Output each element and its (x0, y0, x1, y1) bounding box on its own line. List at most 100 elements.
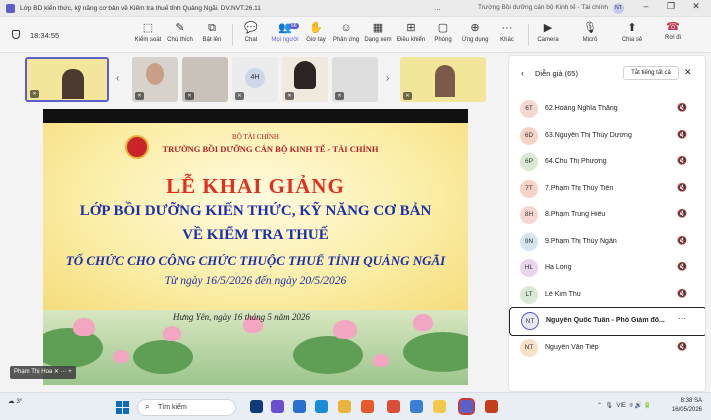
close-window-button[interactable]: ✕ (686, 1, 706, 12)
participant-name: Hạ Long (545, 264, 572, 271)
participant-name: 64.Chu Thị Phượng (545, 158, 607, 165)
lotus-flower (333, 320, 357, 339)
participant-video (435, 65, 455, 97)
start-button[interactable] (116, 401, 129, 414)
avatar: 8H (520, 206, 538, 224)
lotus-flower (373, 354, 389, 367)
mic-off-icon: ✕ (185, 92, 194, 100)
more-button[interactable]: ··· Khác (489, 21, 525, 43)
mic-off-icon: 🔇 (677, 341, 687, 351)
participant-name: Nguyễn Văn Tiếp (545, 343, 599, 351)
edge-browser-icon[interactable] (315, 400, 328, 413)
video-tile[interactable]: ✕ (182, 57, 228, 102)
lotus-flower (163, 326, 181, 341)
camera-button[interactable]: ▶ Camera (530, 21, 566, 43)
leave-button[interactable]: ☎ Rời đi (655, 20, 691, 50)
phone-hangup-icon: ☎ (666, 21, 680, 33)
participant-name: 63.Nguyễn Thị Thùy Dương (545, 131, 632, 139)
participant-row[interactable]: 6T 62.Hoàng Nghĩa Thắng 🔇 (509, 96, 705, 123)
chevron-left-icon[interactable]: ‹ (116, 73, 119, 84)
window-title: Lớp BD kiến thức, kỹ năng cơ bản về Kiểm… (20, 4, 261, 12)
rooms-icon: ▢ (437, 22, 449, 34)
participant-name: 62.Hoàng Nghĩa Thắng (545, 105, 618, 112)
lotus-leaf (133, 340, 193, 374)
participant-row[interactable]: LT Lê Kim Thu 🔇 (509, 282, 705, 309)
avatar: 9N (520, 232, 538, 251)
slide-headline: LỄ KHAI GIẢNG (166, 174, 345, 198)
chat-button[interactable]: 💬 Chat (233, 21, 269, 43)
apps-button[interactable]: ⊕ Ứng dụng (457, 21, 493, 43)
slide-place-date: Hưng Yên, ngày 16 tháng 5 năm 2026 (173, 312, 310, 322)
smiley-icon: ☺ (340, 22, 352, 34)
view-button[interactable]: ▦ Dạng xem (360, 21, 396, 43)
mic-off-icon: 🔇 (677, 156, 687, 165)
back-chevron-icon[interactable]: ‹ (521, 68, 524, 78)
participant-initials: 4H (245, 68, 265, 88)
slide-audience: TỔ CHỨC CHO CÔNG CHỨC THUỘC THUẾ TỈNH QU… (65, 253, 446, 268)
video-tile[interactable]: ✕ (332, 57, 378, 102)
minimize-button[interactable]: – (636, 1, 656, 11)
share-icon: ⬆ (627, 22, 637, 34)
participant-row[interactable]: 8H 8.Phạm Trung Hiếu 🔇 (509, 202, 705, 229)
controls-button[interactable]: ⊞ Điều khiển (393, 21, 429, 43)
rooms-button[interactable]: ▢ Phòng (425, 21, 461, 43)
mic-off-icon: ✕ (135, 92, 144, 100)
apps-icon: ⊕ (470, 22, 480, 34)
presentation-slide: BỘ TÀI CHÍNH TRƯỜNG BỒI DƯỠNG CÁN BỘ KIN… (43, 109, 468, 385)
weather-widget[interactable]: ☁ 3° (8, 397, 23, 405)
maximize-button[interactable]: ❐ (661, 1, 681, 12)
participant-row[interactable]: NT Nguyễn Văn Tiếp 🔇 (509, 335, 705, 362)
participant-row[interactable]: HL Hạ Long 🔇 (509, 255, 705, 282)
video-tile[interactable]: ✕ (132, 57, 178, 102)
video-tile[interactable]: ✕ (25, 57, 109, 102)
video-tile[interactable]: 4H ✕ (232, 57, 278, 102)
chrome-icon[interactable] (387, 400, 400, 413)
share-button[interactable]: ⬆ Chia sẻ (614, 21, 650, 43)
panel-title: Diễn giả (65) (535, 69, 578, 78)
control-icon: ⬚ (142, 22, 154, 34)
mic-off-icon: 🔇 (677, 209, 687, 218)
participant-row[interactable]: 7T 7.Phạm Thị Thủy Tiên 🔇 (509, 176, 705, 203)
search-box[interactable]: ⌕ Tìm kiếm (137, 399, 236, 416)
task-view-icon[interactable] (271, 400, 284, 413)
more-options-icon[interactable]: ··· (678, 314, 686, 323)
app-icon[interactable] (410, 400, 423, 413)
avatar: LT (520, 285, 538, 304)
powerpoint-icon[interactable] (485, 400, 498, 413)
chevron-right-icon[interactable]: › (386, 73, 389, 84)
avatar: 6D (520, 126, 538, 145)
pop-out-button[interactable]: ⧉ Bật lên (194, 21, 230, 43)
participant-row-selected[interactable]: NT Nguyễn Quốc Tuấn - Phó Giám đố... ··· (509, 307, 705, 336)
react-button[interactable]: ☺ Phản ứng (328, 21, 364, 43)
clock[interactable]: 8:38 SA 16/05/2026 (660, 397, 702, 415)
lotus-flower (113, 350, 129, 363)
shared-screen[interactable]: BỘ TÀI CHÍNH TRƯỜNG BỒI DƯỠNG CÁN BỘ KIN… (0, 107, 506, 390)
participant-video (62, 69, 84, 99)
chat-icon: 💬 (244, 22, 258, 34)
shield-icon (12, 30, 20, 39)
lotus-leaf (293, 336, 363, 374)
widgets-app-icon[interactable] (250, 400, 263, 413)
app-icon[interactable] (338, 400, 351, 413)
participant-row[interactable]: 6P 64.Chu Thị Phượng 🔇 (509, 149, 705, 176)
participant-row[interactable]: 6D 63.Nguyễn Thị Thùy Dương 🔇 (509, 123, 705, 150)
mic-off-icon: ✕ (30, 90, 39, 98)
close-icon[interactable]: ✕ (684, 67, 692, 78)
video-tile[interactable]: ✕ (400, 57, 486, 102)
slide-course-line1: LỚP BỒI DƯỠNG KIẾN THỨC, KỸ NĂNG CƠ BẢN (79, 203, 432, 219)
file-explorer-icon[interactable] (433, 400, 446, 413)
video-tile[interactable]: ✕ (282, 57, 328, 102)
mic-button[interactable]: 🎙 Micrô (572, 21, 608, 43)
annotation-button[interactable]: ✎ Chú thích (162, 21, 198, 43)
app-icon[interactable] (293, 400, 306, 413)
more-options-button[interactable]: ... (434, 3, 441, 12)
participant-row[interactable]: 9N 9.Phạm Thị Thúy Ngân 🔇 (509, 229, 705, 256)
firefox-icon[interactable] (361, 400, 374, 413)
slide-ministry: BỘ TÀI CHÍNH (232, 133, 279, 141)
mute-all-button[interactable]: Tắt tiếng tất cả (623, 66, 679, 80)
lotus-flower (413, 314, 433, 331)
take-control-button[interactable]: ⬚ Kiểm soát (130, 21, 166, 43)
teams-icon[interactable] (458, 398, 475, 415)
user-avatar[interactable]: NT (613, 3, 624, 14)
system-tray[interactable]: ⌃ 🎙 VIE ⌾ 🔊 🔋 (597, 402, 651, 410)
